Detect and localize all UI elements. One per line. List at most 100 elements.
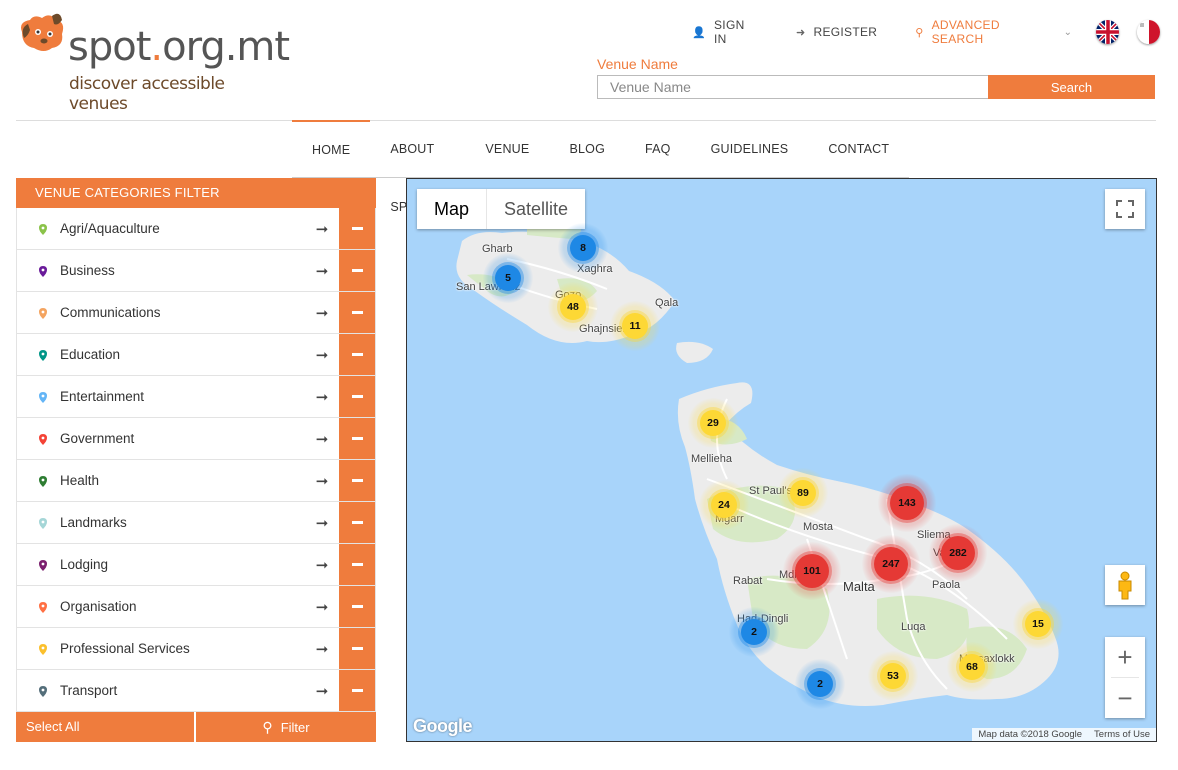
map-place-label: Mellieha (691, 453, 732, 465)
arrow-right-icon[interactable]: ➞ (305, 544, 339, 585)
cluster-count: 48 (560, 294, 586, 320)
sign-in-arrow-icon: ➜ (795, 26, 806, 39)
arrow-right-icon[interactable]: ➞ (305, 460, 339, 501)
sign-in-link[interactable]: 👤 SIGN IN (692, 18, 758, 46)
category-label: Government (60, 431, 135, 446)
minus-button[interactable] (339, 544, 375, 585)
minus-button[interactable] (339, 586, 375, 627)
map-cluster-marker[interactable]: 2 (729, 607, 779, 657)
select-all-button[interactable]: Select All (16, 712, 194, 742)
category-item[interactable]: Professional Services (17, 628, 305, 669)
arrow-right-icon[interactable]: ➞ (305, 376, 339, 417)
category-item[interactable]: Transport (17, 670, 305, 711)
filter-button[interactable]: ⚲ Filter (196, 712, 376, 742)
nav-guidelines[interactable]: GUIDELINES (691, 120, 809, 178)
register-link[interactable]: ➜ REGISTER (796, 25, 877, 39)
minus-button[interactable] (339, 460, 375, 501)
arrow-right-icon[interactable]: ➞ (305, 628, 339, 669)
map-cluster-marker[interactable]: 53 (868, 651, 918, 701)
minus-button[interactable] (339, 502, 375, 543)
category-item[interactable]: Communications (17, 292, 305, 333)
english-flag-icon[interactable] (1095, 20, 1119, 44)
map-cluster-marker[interactable]: 89 (778, 468, 828, 518)
minus-button[interactable] (339, 334, 375, 375)
nav-about-spot[interactable]: ABOUT SPOT (370, 120, 465, 214)
cluster-count: 143 (890, 486, 924, 520)
map-cluster-marker[interactable]: 2 (795, 659, 845, 709)
fullscreen-icon[interactable] (1105, 189, 1145, 229)
minus-button[interactable] (339, 418, 375, 459)
map-cluster-marker[interactable]: 11 (610, 301, 660, 351)
site-logo[interactable]: spot.org.mt discover accessible venues (16, 10, 290, 114)
venue-name-input[interactable] (597, 75, 989, 99)
logo-wordmark: spot.org.mt (68, 24, 290, 70)
category-item[interactable]: Organisation (17, 586, 305, 627)
category-item[interactable]: Health (17, 460, 305, 501)
map-cluster-marker[interactable]: 8 (558, 223, 608, 273)
category-item[interactable]: Education (17, 334, 305, 375)
category-row: Organisation ➞ (16, 586, 376, 628)
zoom-in-icon[interactable]: + (1105, 637, 1145, 677)
map-pin-icon (39, 559, 47, 571)
main-nav: HOME ABOUT SPOT VENUE BLOG FAQ GUIDELINE… (292, 120, 909, 214)
map-cluster-marker[interactable]: 143 (878, 474, 936, 532)
minus-button[interactable] (339, 292, 375, 333)
category-item[interactable]: Business (17, 250, 305, 291)
venue-map[interactable]: Map Satellite + − GharbXaghraSan Lawrenz… (406, 178, 1157, 742)
search-button[interactable]: Search (988, 75, 1155, 99)
minus-button[interactable] (339, 670, 375, 711)
cluster-count: 2 (741, 619, 767, 645)
map-cluster-marker[interactable]: 5 (483, 253, 533, 303)
nav-blog[interactable]: BLOG (549, 120, 625, 178)
map-cluster-marker[interactable]: 282 (929, 524, 987, 582)
map-pin-icon (39, 601, 47, 613)
search-icon: ⚲ (915, 26, 924, 39)
minus-button[interactable] (339, 208, 375, 249)
chevron-down-icon[interactable]: ⌄ (1064, 27, 1072, 38)
category-item[interactable]: Entertainment (17, 376, 305, 417)
map-cluster-marker[interactable]: 101 (783, 542, 841, 600)
arrow-right-icon[interactable]: ➞ (305, 670, 339, 711)
category-item[interactable]: Landmarks (17, 502, 305, 543)
map-type-map[interactable]: Map (417, 189, 488, 229)
advanced-search-link[interactable]: ⚲ ADVANCED SEARCH (915, 18, 1049, 46)
arrow-right-icon[interactable]: ➞ (305, 418, 339, 459)
minus-button[interactable] (339, 628, 375, 669)
category-label: Agri/Aquaculture (60, 221, 160, 236)
cluster-count: 89 (790, 480, 816, 506)
map-cluster-marker[interactable]: 15 (1013, 599, 1063, 649)
arrow-right-icon[interactable]: ➞ (305, 208, 339, 249)
nav-home[interactable]: HOME (292, 120, 371, 178)
map-cluster-marker[interactable]: 48 (548, 282, 598, 332)
map-cluster-marker[interactable]: 29 (688, 398, 738, 448)
arrow-right-icon[interactable]: ➞ (305, 250, 339, 291)
logo-tagline: discover accessible venues (69, 74, 225, 114)
category-label: Transport (60, 683, 118, 698)
terms-of-use-link[interactable]: Terms of Use (1094, 729, 1150, 740)
zoom-out-icon[interactable]: − (1105, 678, 1145, 718)
map-cluster-marker[interactable]: 68 (947, 642, 997, 692)
minus-button[interactable] (339, 376, 375, 417)
pegman-icon[interactable] (1105, 565, 1145, 605)
arrow-right-icon[interactable]: ➞ (305, 334, 339, 375)
nav-faq[interactable]: FAQ (625, 120, 691, 178)
cluster-count: 5 (495, 265, 521, 291)
cluster-count: 15 (1025, 611, 1051, 637)
nav-contact-us[interactable]: CONTACT US (808, 120, 909, 214)
category-item[interactable]: Government (17, 418, 305, 459)
category-item[interactable]: Agri/Aquaculture (17, 208, 305, 249)
category-row: Transport ➞ (16, 670, 376, 712)
minus-button[interactable] (339, 250, 375, 291)
map-cluster-marker[interactable]: 24 (699, 480, 749, 530)
arrow-right-icon[interactable]: ➞ (305, 292, 339, 333)
arrow-right-icon[interactable]: ➞ (305, 586, 339, 627)
maltese-flag-icon[interactable] (1136, 20, 1160, 44)
category-label: Communications (60, 305, 161, 320)
category-item[interactable]: Lodging (17, 544, 305, 585)
arrow-right-icon[interactable]: ➞ (305, 502, 339, 543)
map-cluster-marker[interactable]: 247 (862, 535, 920, 593)
nav-venue[interactable]: VENUE (465, 120, 549, 178)
map-type-satellite[interactable]: Satellite (487, 189, 585, 229)
map-pin-icon (39, 517, 47, 529)
map-data-credit: Map data ©2018 Google (978, 729, 1083, 740)
